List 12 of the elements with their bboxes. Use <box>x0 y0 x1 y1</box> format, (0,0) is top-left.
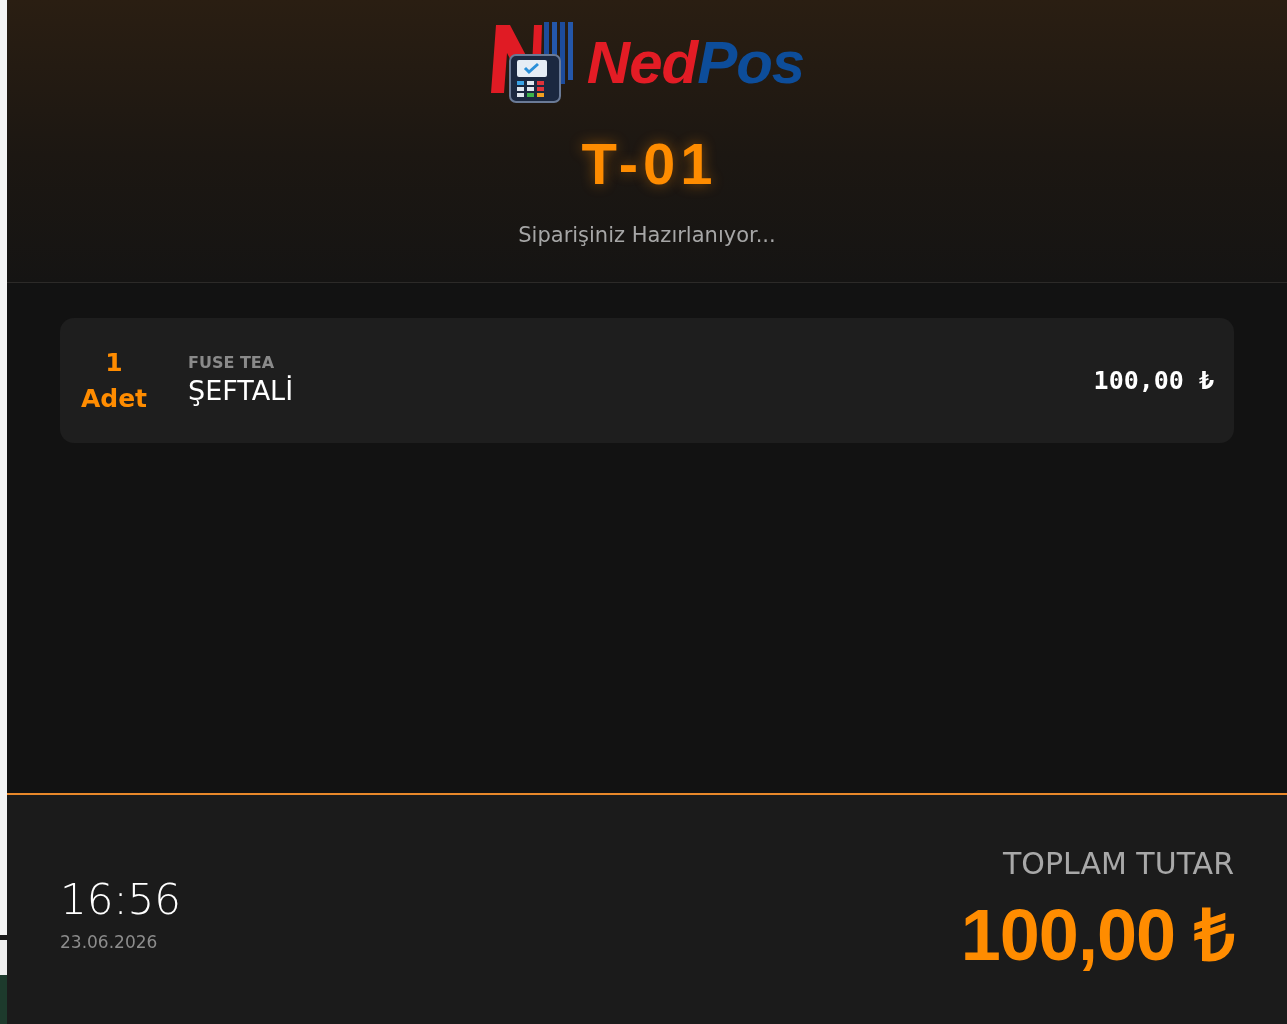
item-brand: FUSE TEA <box>188 353 276 373</box>
order-status: Siparişiniz Hazırlanıyor... <box>518 223 776 249</box>
clock-time: 16:56 <box>60 877 182 924</box>
total-amount: 100,00 ₺ <box>960 895 1234 976</box>
order-number: T-01 <box>580 135 718 193</box>
item-quantity: 1 <box>105 347 123 378</box>
item-price: 100,00 ₺ <box>1093 366 1214 395</box>
logo-wordmark: NedPos <box>586 33 805 93</box>
item-unit: Adet <box>80 383 148 414</box>
clock-date: 23.06.2026 <box>60 931 159 952</box>
item-name: ŞEFTALİ <box>188 374 295 408</box>
total-label: TOPLAM TUTAR <box>1002 845 1234 882</box>
